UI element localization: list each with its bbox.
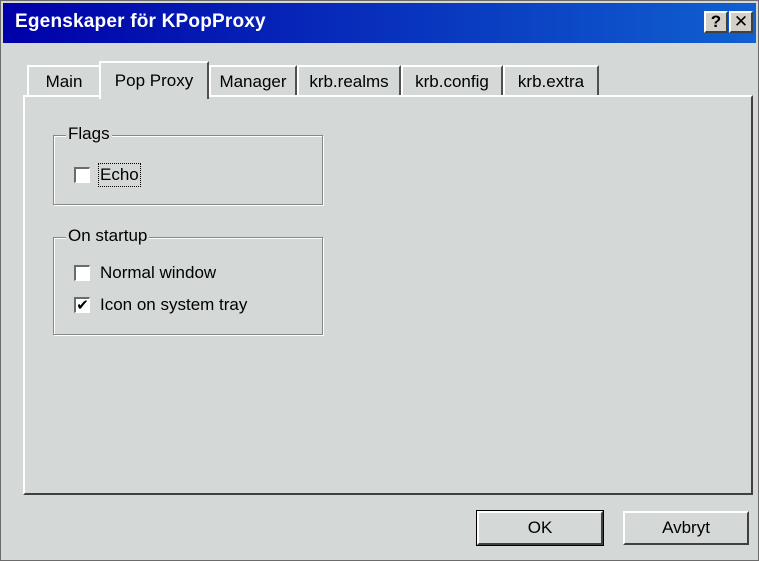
cancel-button[interactable]: Avbryt [623, 511, 749, 545]
tab-krb-extra[interactable]: krb.extra [503, 65, 599, 97]
echo-checkbox-label[interactable]: Echo [98, 163, 141, 187]
checkmark-icon[interactable]: ✔ [74, 297, 90, 313]
flags-group-label: Flags [66, 124, 112, 144]
properties-dialog: Egenskaper för KPopProxy ? ✕ Main Pop Pr… [0, 0, 759, 561]
help-icon[interactable]: ? [704, 11, 728, 33]
tab-manager[interactable]: Manager [209, 65, 297, 97]
normal-window-checkbox-label[interactable]: Normal window [100, 263, 216, 283]
ok-button[interactable]: OK [476, 510, 604, 546]
close-icon[interactable]: ✕ [729, 11, 753, 33]
tab-pop-proxy[interactable]: Pop Proxy [99, 61, 209, 99]
window-title: Egenskaper för KPopProxy [15, 11, 266, 32]
echo-checkbox-box[interactable] [74, 167, 90, 183]
flags-group: Flags Echo [53, 124, 323, 205]
tab-main[interactable]: Main [27, 65, 101, 97]
echo-checkbox[interactable]: Echo [74, 163, 141, 187]
tab-krb-realms[interactable]: krb.realms [297, 65, 401, 97]
normal-window-checkbox-box[interactable] [74, 265, 90, 281]
normal-window-checkbox[interactable]: Normal window [74, 262, 216, 284]
tab-krb-config[interactable]: krb.config [401, 65, 503, 97]
icon-on-system-tray-checkbox[interactable]: ✔ Icon on system tray [74, 294, 247, 316]
title-bar[interactable]: Egenskaper för KPopProxy ? ✕ [3, 3, 756, 43]
on-startup-group-label: On startup [66, 226, 150, 246]
on-startup-group: On startup Normal window ✔ Icon on syste… [53, 226, 323, 335]
icon-on-system-tray-checkbox-label[interactable]: Icon on system tray [100, 295, 247, 315]
tab-panel-pop-proxy: Flags Echo On startup Normal window ✔ Ic… [23, 95, 753, 495]
tab-strip: Main Pop Proxy Manager krb.realms krb.co… [23, 61, 623, 99]
